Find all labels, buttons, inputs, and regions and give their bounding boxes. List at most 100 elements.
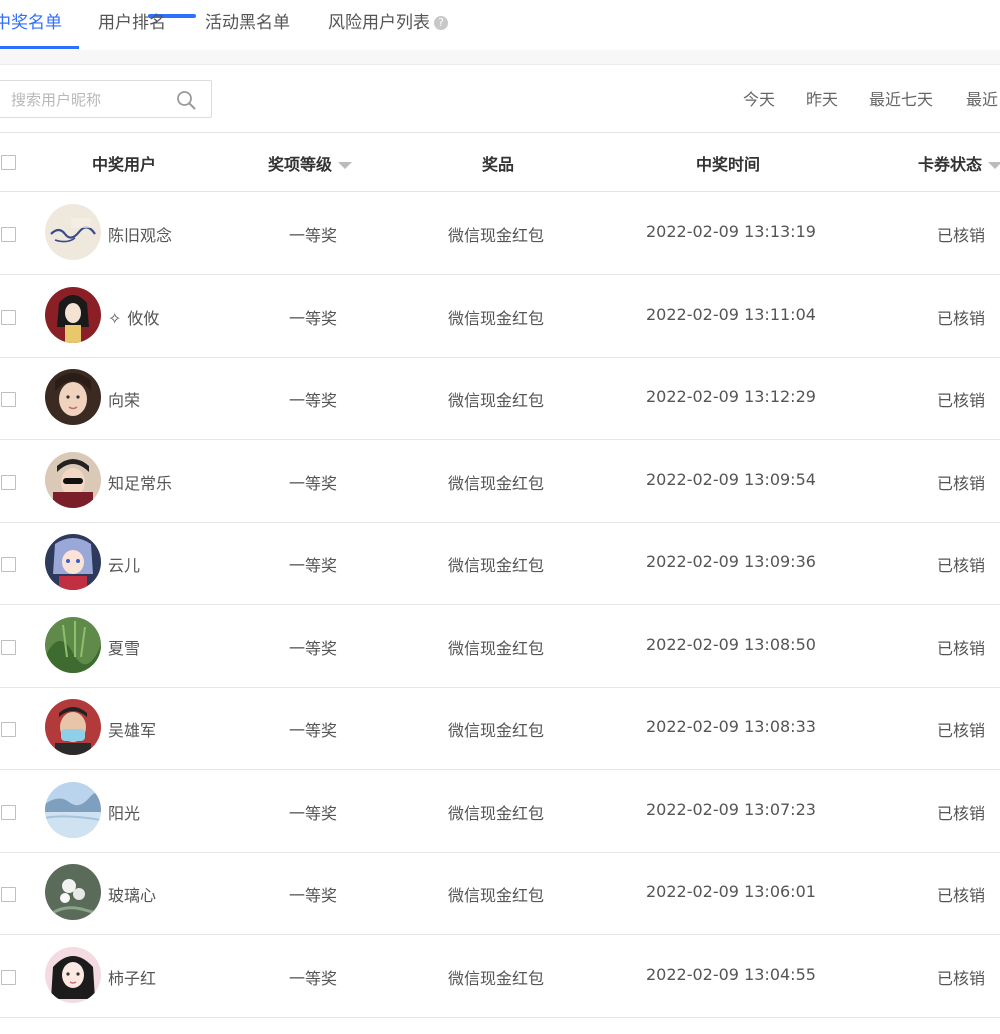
voucher-status: 已核销 — [937, 391, 986, 410]
winner-nickname: 阳光 — [108, 804, 141, 823]
tab-bar-divider — [0, 50, 1000, 65]
voucher-status: 已核销 — [937, 721, 986, 740]
row-checkbox[interactable] — [1, 392, 16, 407]
select-all-checkbox[interactable] — [1, 155, 16, 170]
filter-today[interactable]: 今天 — [743, 86, 775, 110]
table-row: 玻璃心 一等奖 微信现金红包 2022-02-09 13:06:01 已核销 — [0, 852, 1000, 935]
row-checkbox[interactable] — [1, 805, 16, 820]
active-tab-underline — [0, 46, 79, 49]
tab-winners[interactable]: 中奖名单 — [0, 8, 62, 38]
winner-nickname: 云儿 — [108, 556, 141, 575]
avatar — [45, 534, 101, 590]
win-time: 2022-02-09 13:07:23 — [646, 800, 816, 819]
win-time: 2022-02-09 13:08:33 — [646, 717, 816, 736]
tab-bar: 中奖名单 用户排名 活动黑名单 风险用户列表? — [0, 0, 1000, 51]
avatar — [45, 782, 101, 838]
sparkle-icon: ✧ — [108, 309, 122, 328]
win-time: 2022-02-09 13:09:36 — [646, 552, 816, 571]
table-row: ✧ 攸攸 一等奖 微信现金红包 2022-02-09 13:11:04 已核销 — [0, 275, 1000, 358]
table-row: 知足常乐 一等奖 微信现金红包 2022-02-09 13:09:54 已核销 — [0, 440, 1000, 523]
table-row: 吴雄军 一等奖 微信现金红包 2022-02-09 13:08:33 已核销 — [0, 687, 1000, 770]
row-checkbox[interactable] — [1, 227, 16, 242]
prize-name: 微信现金红包 — [448, 639, 545, 658]
win-time: 2022-02-09 13:13:19 — [646, 222, 816, 241]
search-icon[interactable] — [175, 89, 197, 111]
filter-last-7-days[interactable]: 最近七天 — [869, 86, 933, 110]
prize-level: 一等奖 — [289, 309, 338, 328]
table-row: 云儿 一等奖 微信现金红包 2022-02-09 13:09:36 已核销 — [0, 522, 1000, 605]
prize-name: 微信现金红包 — [448, 474, 545, 493]
voucher-status: 已核销 — [937, 969, 986, 988]
row-checkbox[interactable] — [1, 640, 16, 655]
voucher-status: 已核销 — [937, 556, 986, 575]
winner-nickname: 玻璃心 — [108, 886, 157, 905]
table-row: 夏雪 一等奖 微信现金红包 2022-02-09 13:08:50 已核销 — [0, 605, 1000, 688]
winner-nickname: ✧ 攸攸 — [108, 305, 159, 329]
avatar — [45, 287, 101, 343]
prize-level: 一等奖 — [289, 391, 338, 410]
prize-level: 一等奖 — [289, 226, 338, 245]
prize-level: 一等奖 — [289, 969, 338, 988]
column-header-level-label: 奖项等级 — [268, 155, 333, 174]
prize-name: 微信现金红包 — [448, 969, 545, 988]
avatar — [45, 864, 101, 920]
row-checkbox[interactable] — [1, 722, 16, 737]
avatar — [45, 452, 101, 508]
avatar — [45, 204, 101, 260]
filter-last-period[interactable]: 最近 — [966, 86, 998, 110]
voucher-status: 已核销 — [937, 886, 986, 905]
prize-level: 一等奖 — [289, 886, 338, 905]
voucher-status: 已核销 — [937, 309, 986, 328]
row-checkbox[interactable] — [1, 310, 16, 325]
filter-yesterday[interactable]: 昨天 — [806, 86, 838, 110]
avatar — [45, 369, 101, 425]
win-time: 2022-02-09 13:09:54 — [646, 470, 816, 489]
voucher-status: 已核销 — [937, 474, 986, 493]
table-row: 陈旧观念 一等奖 微信现金红包 2022-02-09 13:13:19 已核销 — [0, 192, 1000, 275]
column-header-prize: 奖品 — [482, 155, 515, 174]
column-header-status[interactable]: 卡券状态 — [918, 151, 1000, 175]
voucher-status: 已核销 — [937, 226, 986, 245]
search-input[interactable] — [9, 81, 173, 119]
voucher-status: 已核销 — [937, 804, 986, 823]
table-row: 向荣 一等奖 微信现金红包 2022-02-09 13:12:29 已核销 — [0, 357, 1000, 440]
prize-name: 微信现金红包 — [448, 309, 545, 328]
prize-level: 一等奖 — [289, 556, 338, 575]
prize-level: 一等奖 — [289, 639, 338, 658]
prize-name: 微信现金红包 — [448, 226, 545, 245]
search-box — [0, 80, 212, 119]
column-header-status-label: 卡券状态 — [918, 155, 983, 174]
prize-name: 微信现金红包 — [448, 721, 545, 740]
table-header: 中奖用户 奖项等级 奖品 中奖时间 卡券状态 — [0, 133, 1000, 192]
column-header-level[interactable]: 奖项等级 — [268, 151, 353, 175]
avatar — [45, 617, 101, 673]
row-checkbox[interactable] — [1, 475, 16, 490]
winner-nickname-text: 攸攸 — [127, 309, 160, 328]
table-row: 柿子红 一等奖 微信现金红包 2022-02-09 13:04:55 已核销 — [0, 935, 1000, 1018]
tab-user-ranking[interactable]: 用户排名 — [98, 8, 166, 38]
chevron-down-icon[interactable] — [338, 162, 353, 169]
prize-level: 一等奖 — [289, 474, 338, 493]
table-row: 阳光 一等奖 微信现金红包 2022-02-09 13:07:23 已核销 — [0, 770, 1000, 853]
column-header-user: 中奖用户 — [92, 155, 157, 174]
row-checkbox[interactable] — [1, 970, 16, 985]
help-icon[interactable]: ? — [434, 16, 448, 30]
winner-nickname: 夏雪 — [108, 639, 141, 658]
tab-risk-users-label: 风险用户列表 — [328, 13, 430, 33]
win-time: 2022-02-09 13:12:29 — [646, 387, 816, 406]
chevron-down-icon[interactable] — [988, 162, 1000, 169]
win-time: 2022-02-09 13:08:50 — [646, 635, 816, 654]
row-checkbox[interactable] — [1, 557, 16, 572]
prize-name: 微信现金红包 — [448, 556, 545, 575]
avatar — [45, 947, 101, 1003]
tab-blacklist[interactable]: 活动黑名单 — [205, 8, 290, 38]
win-time: 2022-02-09 13:06:01 — [646, 882, 816, 901]
prize-name: 微信现金红包 — [448, 391, 545, 410]
prize-level: 一等奖 — [289, 721, 338, 740]
avatar — [45, 699, 101, 755]
prize-name: 微信现金红包 — [448, 804, 545, 823]
tab-risk-users[interactable]: 风险用户列表? — [328, 8, 448, 38]
winner-nickname: 吴雄军 — [108, 721, 157, 740]
win-time: 2022-02-09 13:04:55 — [646, 965, 816, 984]
row-checkbox[interactable] — [1, 887, 16, 902]
